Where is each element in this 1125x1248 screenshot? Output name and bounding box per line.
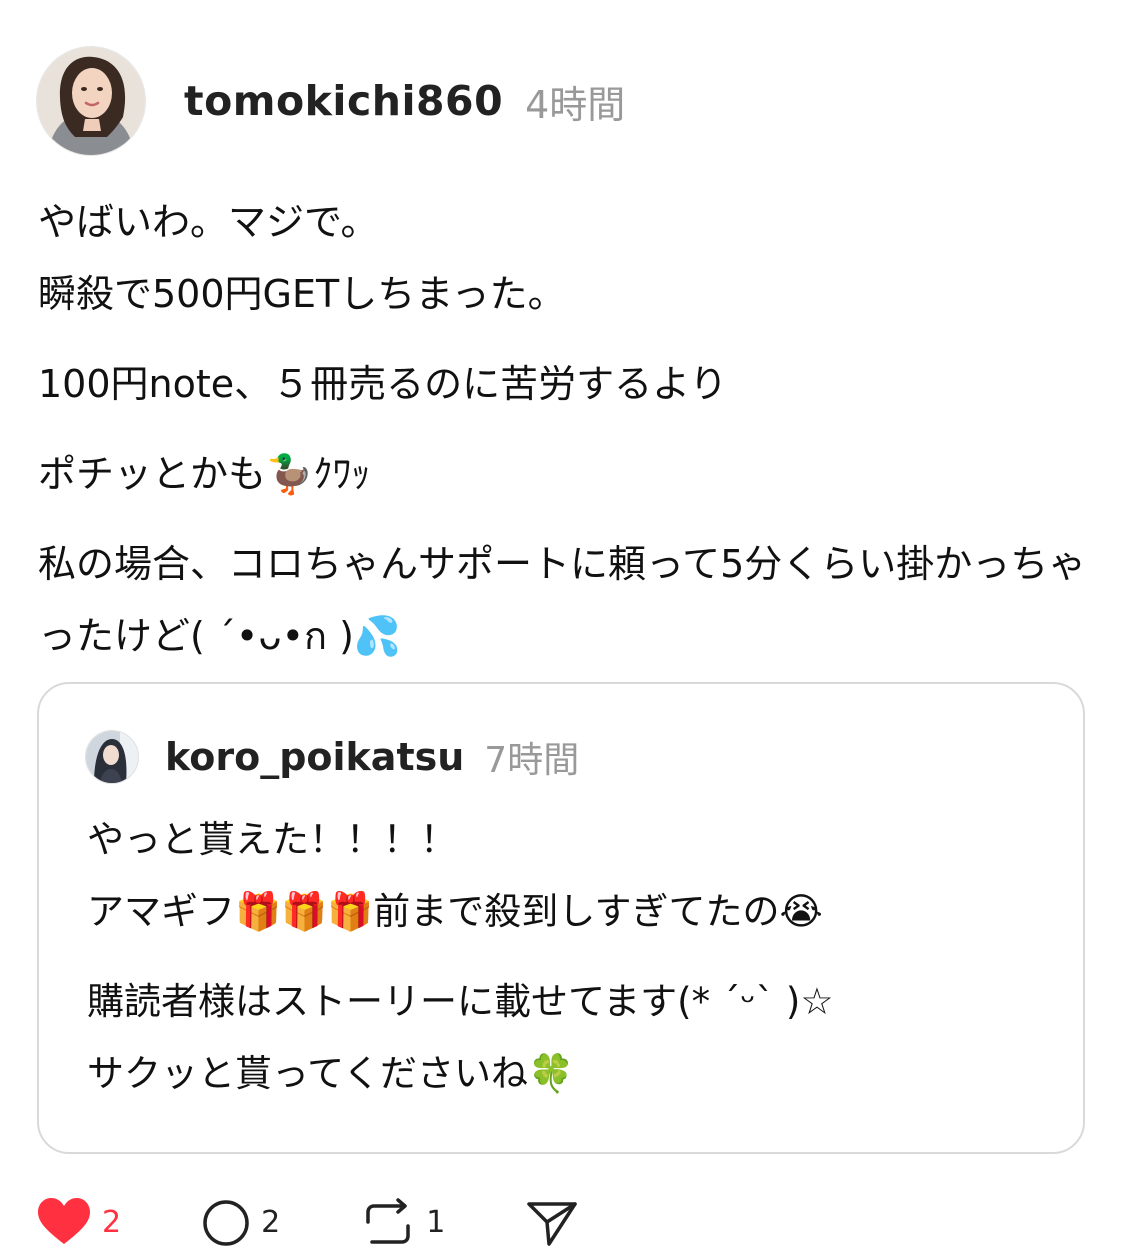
comment-count: 2 [261,1205,281,1240]
quoted-paragraph: やっと貰えた！！！！ アマギフ🎁🎁🎁前まで殺到しすぎてたの😭 [87,818,823,933]
post-paragraph: 100円note、５冊売るのに苦労するより [38,362,728,406]
quoted-username[interactable]: koro_poikatsu [165,735,464,779]
send-icon [525,1198,579,1248]
share-button[interactable] [525,1198,579,1248]
repost-count: 1 [426,1205,446,1240]
repost-icon [360,1198,416,1248]
post-paragraph: ポチッとかも🦆ｸﾜｯ [38,452,371,496]
quoted-avatar[interactable] [85,730,139,784]
quoted-post-card[interactable]: koro_poikatsu 7時間 やっと貰えた！！！！ アマギフ🎁🎁🎁前まで殺… [37,682,1085,1154]
post-paragraph: 私の場合、コロちゃんサポートに頼って5分くらい掛かっちゃったけど( ˊ•ᴗ•ก … [38,542,1087,658]
action-bar: 2 2 1 [36,1198,659,1246]
heart-icon [36,1198,92,1246]
quoted-post-header: koro_poikatsu 7時間 [85,730,579,784]
quoted-post-body: やっと貰えた！！！！ アマギフ🎁🎁🎁前まで殺到しすぎてたの😭 購読者様はストーリ… [87,804,1047,1128]
post-username[interactable]: tomokichi860 [184,77,503,125]
repost-button[interactable]: 1 [360,1198,445,1248]
quoted-timestamp: 7時間 [484,740,580,781]
post-body: やばいわ。マジで。 瞬殺で500円GETしちまった。 100円note、５冊売る… [38,186,1098,690]
avatar[interactable] [36,46,146,156]
post-timestamp: 4時間 [525,82,626,127]
post-paragraph: やばいわ。マジで。 瞬殺で500円GETしちまった。 [38,200,566,316]
like-button[interactable]: 2 [36,1198,121,1246]
comment-button[interactable]: 2 [201,1198,280,1248]
comment-icon [201,1198,251,1248]
post-header: tomokichi860 4時間 [36,46,625,156]
quoted-paragraph: 購読者様はストーリーに載せてます(* ˊᵕˋ )☆ サクッと貰ってくださいね🍀 [87,980,834,1095]
like-count: 2 [102,1205,122,1240]
